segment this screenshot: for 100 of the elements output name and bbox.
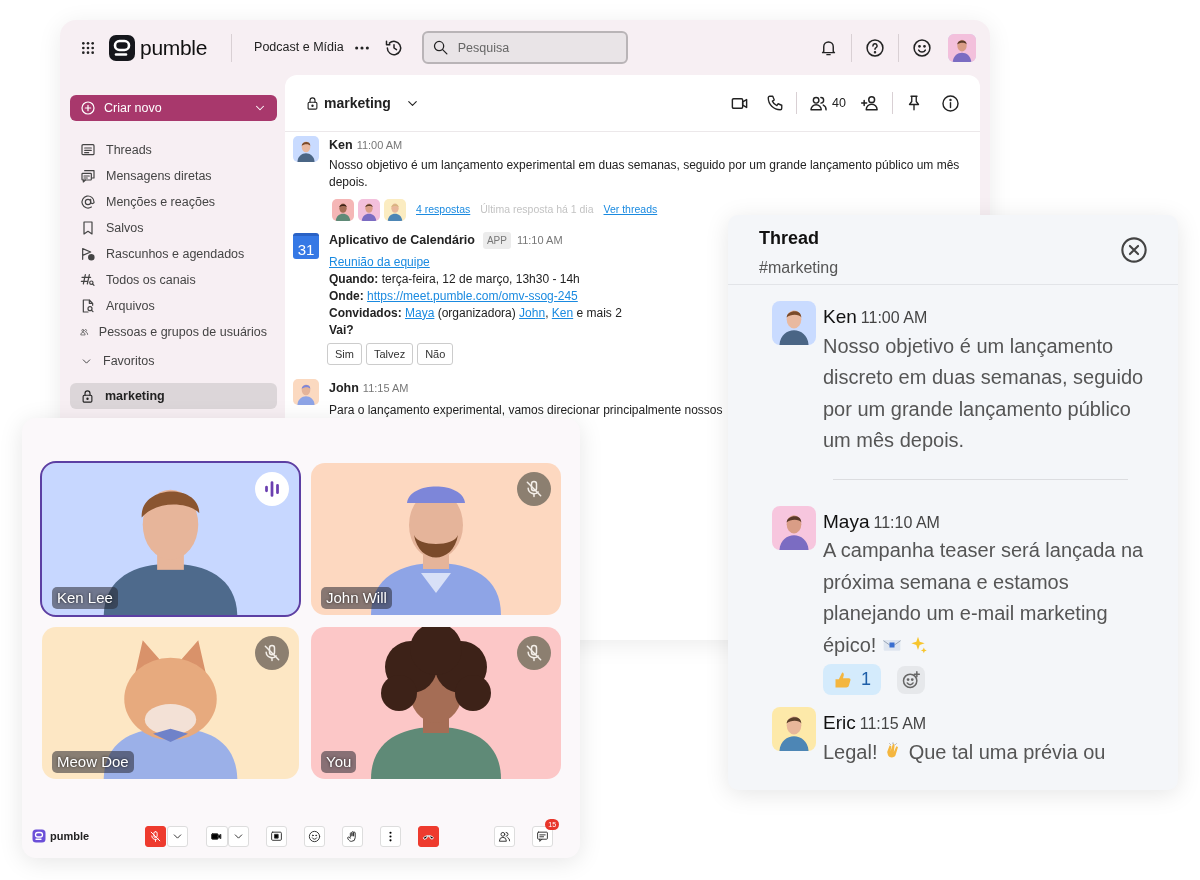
- mic-off-icon: [262, 643, 282, 663]
- workspace-name[interactable]: Podcast e Mídia: [254, 38, 344, 57]
- drafts-icon: [80, 246, 96, 262]
- logo-icon: [32, 829, 46, 843]
- avatar: [384, 198, 406, 221]
- event-detail: Quando: terça-feira, 12 de março, 13h30 - 14h: [329, 270, 581, 288]
- video-tile[interactable]: You: [311, 627, 561, 779]
- avatar: [358, 198, 380, 221]
- message-time: 11:10 AM: [873, 512, 940, 533]
- avatar: [332, 198, 354, 221]
- app-badge: APP: [482, 231, 511, 249]
- replies-link[interactable]: 4 respostas: [416, 201, 471, 218]
- inline-link[interactable]: Maya: [405, 305, 435, 320]
- mic-off-icon: [524, 643, 544, 663]
- panel-title: Thread: [759, 227, 820, 250]
- view-threads-link[interactable]: Ver threads: [603, 201, 658, 218]
- participant-name: Ken Lee: [52, 586, 118, 609]
- raise-hand-button[interactable]: [342, 825, 364, 847]
- lock-icon: [305, 95, 320, 111]
- message-time: 11:00 AM: [860, 308, 928, 328]
- at-sign-icon: [80, 194, 96, 210]
- inline-link[interactable]: Ken: [551, 305, 574, 320]
- video-tile[interactable]: Meow Doe: [42, 627, 299, 779]
- chat-button[interactable]: [532, 825, 554, 847]
- add-person-icon[interactable]: [860, 93, 880, 113]
- logo-icon: [108, 33, 136, 62]
- author-name[interactable]: John: [329, 379, 359, 398]
- add-emoji-icon: [901, 669, 921, 690]
- participant-name: You: [321, 750, 357, 773]
- user-avatar[interactable]: [948, 33, 976, 62]
- avatar: [772, 301, 816, 345]
- camera-button[interactable]: [206, 825, 229, 847]
- help-icon[interactable]: [865, 37, 885, 58]
- message-text: A campanha teaser será lançada na próxima semana e estamos planejando um e-mail marketing épico!: [823, 538, 1145, 658]
- messages-icon: [80, 168, 96, 184]
- bookmark-icon: [80, 220, 96, 236]
- rsvp-button[interactable]: Não: [417, 342, 454, 365]
- sidebar-item[interactable]: Arquivos: [70, 293, 277, 319]
- avatar: [293, 379, 319, 405]
- more-button[interactable]: [380, 825, 402, 847]
- sidebar-item[interactable]: Rascunhos e agendados: [70, 241, 277, 267]
- phone-icon[interactable]: [766, 94, 785, 112]
- create-button[interactable]: Criar novo: [70, 95, 277, 121]
- apps-menu-icon[interactable]: [80, 39, 96, 56]
- logo-text: pumble: [50, 828, 90, 844]
- members-button[interactable]: 40: [809, 93, 846, 113]
- last-reply-text: Última resposta há 1 dia: [480, 201, 594, 217]
- file-search-icon: [80, 298, 96, 314]
- close-icon[interactable]: [1120, 236, 1148, 264]
- screen-share-button[interactable]: [266, 825, 288, 847]
- channel-title[interactable]: marketing: [305, 95, 420, 111]
- chat-icon: [536, 829, 550, 843]
- author-name[interactable]: Aplicativo de Calendário: [329, 230, 475, 250]
- threads-icon: [80, 142, 96, 158]
- emoji-icon: [308, 829, 322, 843]
- rsvp-button[interactable]: Talvez: [365, 342, 414, 365]
- author-name[interactable]: Maya: [823, 507, 870, 536]
- video-tile[interactable]: John Will: [311, 463, 561, 615]
- emoji-icon[interactable]: [912, 37, 932, 58]
- participant-name: John Will: [321, 586, 392, 609]
- reaction-button[interactable]: [304, 825, 326, 847]
- reaction-chip[interactable]: 1: [823, 664, 881, 695]
- author-name[interactable]: Eric: [823, 709, 856, 738]
- search-icon: [431, 39, 449, 56]
- mic-off-icon: [524, 479, 544, 499]
- calendar-icon: 31: [293, 232, 319, 259]
- search-field[interactable]: Pesquisa: [421, 31, 628, 64]
- sidebar-item[interactable]: Mensagens diretas: [70, 163, 277, 189]
- channel-item[interactable]: marketing: [70, 383, 277, 409]
- author-name[interactable]: Ken: [823, 303, 857, 332]
- mute-button[interactable]: [145, 825, 167, 847]
- event-title-link[interactable]: Reunião da equipe: [329, 252, 430, 271]
- section-header[interactable]: Favoritos: [70, 348, 277, 374]
- channel-label: #marketing: [759, 258, 839, 278]
- participants-button[interactable]: [494, 825, 516, 847]
- screen-share-icon: [270, 829, 284, 843]
- logo-text: pumble: [140, 34, 208, 61]
- sidebar-item[interactable]: Todos os canais: [70, 267, 277, 293]
- sidebar-item[interactable]: Pessoas e grupos de usuários: [70, 319, 277, 345]
- sidebar-item[interactable]: Menções e reações: [70, 189, 277, 215]
- message-text: Para o lançamento experimental, vamos direcionar principalmente nossos: [329, 401, 723, 419]
- sidebar-item[interactable]: Threads: [70, 137, 277, 163]
- leave-call-button[interactable]: [418, 825, 440, 847]
- author-name[interactable]: Ken: [329, 136, 353, 155]
- info-icon[interactable]: [941, 93, 960, 113]
- video-tile[interactable]: Ken Lee: [42, 463, 299, 615]
- inline-link[interactable]: https://meet.pumble.com/omv-ssog-245: [367, 288, 578, 303]
- message-time: 11:15 AM: [859, 714, 927, 734]
- add-reaction-button[interactable]: [897, 665, 925, 694]
- bell-icon[interactable]: [819, 38, 838, 57]
- mic-off-icon: [149, 829, 163, 843]
- channels-search-icon: [80, 272, 96, 288]
- avatar: [293, 136, 319, 162]
- message-time: 11:10 AM: [516, 232, 563, 248]
- avatar: [772, 505, 816, 550]
- message-text: Nosso objetivo é um lançamento discreto em duas semanas, seguido por um grande lançamento público um mês depois.: [823, 333, 1145, 453]
- sidebar-item[interactable]: Salvos: [70, 215, 277, 241]
- rsvp-button[interactable]: Sim: [327, 342, 362, 365]
- lock-icon: [80, 388, 95, 404]
- people-icon: [498, 829, 512, 843]
